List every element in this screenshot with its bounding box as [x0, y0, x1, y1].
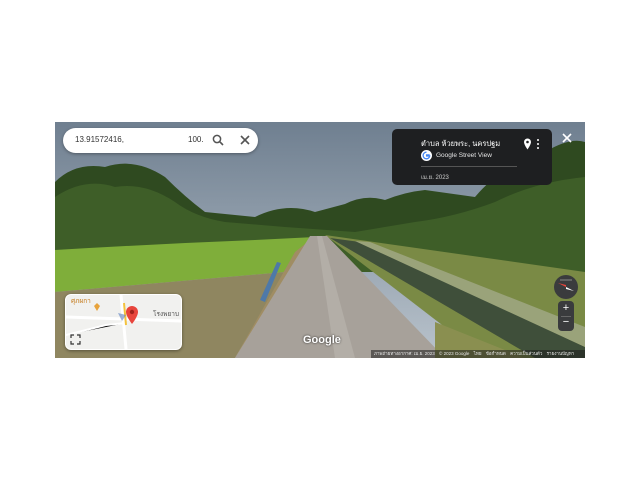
close-icon[interactable] — [560, 131, 574, 145]
coordinates-search-box[interactable]: 13.91572416, 100. — [63, 128, 258, 153]
more-vert-icon[interactable] — [536, 138, 540, 150]
location-pin-icon[interactable] — [523, 138, 532, 150]
imagery-text: ภาพถ่ายทางอากาศ: เม.ย. 2023 — [374, 351, 435, 356]
google-logo-icon — [421, 150, 432, 161]
longitude-text: 100. — [188, 135, 204, 144]
restaurant-icon — [94, 303, 100, 311]
attribution-bar: ภาพถ่ายทางอากาศ: เม.ย. 2023 © 2023 Googl… — [371, 350, 585, 358]
divider — [421, 166, 517, 167]
location-info-card: ตำบล ห้วยพระ, นครปฐม Google Street View … — [392, 129, 552, 185]
street-view-viewer[interactable]: 13.91572416, 100. ตำบล ห้วยพระ, นครปฐม G… — [55, 122, 585, 358]
capture-date[interactable]: เม.ย. 2023 — [421, 172, 449, 182]
minimap-place-label-2: โรงพยาบ — [153, 311, 180, 318]
close-icon[interactable] — [238, 133, 252, 147]
footer-link-terms[interactable]: ข้อกำหนด — [486, 351, 506, 356]
copyright-text: © 2023 Google — [439, 351, 470, 356]
zoom-out-button[interactable]: − — [558, 316, 574, 331]
source-label: Google Street View — [436, 152, 492, 159]
location-title: ตำบล ห้วยพระ, นครปฐม — [421, 139, 501, 148]
zoom-in-button[interactable]: + — [558, 301, 574, 316]
footer-link-report[interactable]: รายงานปัญหา — [547, 351, 575, 356]
latitude-text: 13.91572416, — [75, 135, 124, 144]
minimap[interactable]: ศุภผกา โรงพยาบ — [65, 294, 182, 350]
minimap-place-label: ศุภผกา — [71, 298, 91, 305]
compass-icon[interactable] — [553, 274, 579, 300]
search-icon[interactable] — [211, 133, 225, 147]
zoom-control: + − — [558, 301, 574, 331]
footer-link-privacy[interactable]: ความเป็นส่วนตัว — [510, 351, 542, 356]
footer-link-language[interactable]: ไทย — [474, 351, 482, 356]
expand-icon[interactable] — [70, 334, 81, 345]
location-marker-icon — [126, 306, 138, 324]
google-logo: Google — [303, 334, 341, 346]
